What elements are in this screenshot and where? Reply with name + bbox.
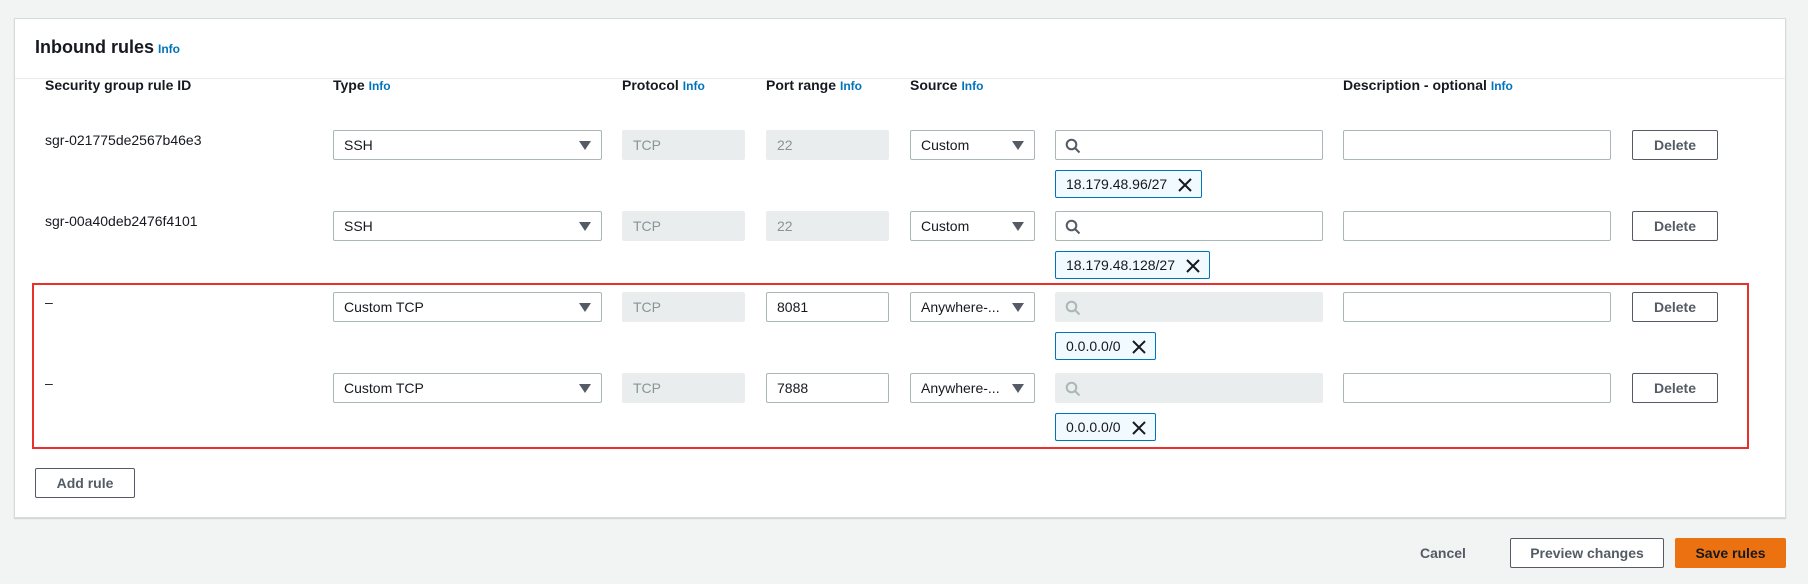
column-header-source: Source Info xyxy=(910,77,983,93)
column-header-protocol: Protocol Info xyxy=(622,77,705,93)
rule-id: – xyxy=(45,375,53,391)
source-select[interactable]: Anywhere-... xyxy=(910,373,1035,403)
column-header-description-label: Description - optional xyxy=(1343,77,1487,93)
close-icon[interactable] xyxy=(1178,178,1192,192)
type-select-value: SSH xyxy=(344,137,373,153)
type-select-value: Custom TCP xyxy=(344,380,424,396)
source-token: 0.0.0.0/0 xyxy=(1055,413,1156,441)
source-token: 18.179.48.96/27 xyxy=(1055,170,1203,198)
panel-title-text: Inbound rules xyxy=(35,37,154,57)
column-header-type: Type Info xyxy=(333,77,391,93)
protocol-info-link[interactable]: Info xyxy=(683,79,705,93)
caret-down-icon xyxy=(1012,384,1024,393)
column-header-rule-id-label: Security group rule ID xyxy=(45,77,192,93)
source-select-value: Anywhere-... xyxy=(921,299,1000,315)
type-select[interactable]: Custom TCP xyxy=(333,373,602,403)
type-info-link[interactable]: Info xyxy=(369,79,391,93)
protocol-field: TCP xyxy=(622,130,745,160)
source-select[interactable]: Anywhere-... xyxy=(910,292,1035,322)
rule-id: – xyxy=(45,294,53,310)
column-header-source-label: Source xyxy=(910,77,958,93)
source-select-value: Anywhere-... xyxy=(921,380,1000,396)
column-header-description: Description - optional Info xyxy=(1343,77,1513,93)
column-header-port-range: Port range Info xyxy=(766,77,862,93)
source-token: 0.0.0.0/0 xyxy=(1055,332,1156,360)
protocol-field: TCP xyxy=(622,373,745,403)
description-input[interactable] xyxy=(1343,211,1611,241)
column-header-protocol-label: Protocol xyxy=(622,77,679,93)
caret-down-icon xyxy=(579,141,591,150)
caret-down-icon xyxy=(579,222,591,231)
description-input[interactable] xyxy=(1343,373,1611,403)
port-range-input: 22 xyxy=(766,211,889,241)
panel-header: Inbound rules Info xyxy=(15,19,1785,79)
source-token-value: 0.0.0.0/0 xyxy=(1066,419,1121,435)
add-rule-button[interactable]: Add rule xyxy=(35,468,135,498)
type-select[interactable]: SSH xyxy=(333,211,602,241)
search-icon xyxy=(1065,381,1081,397)
preview-changes-button[interactable]: Preview changes xyxy=(1510,538,1664,568)
column-header-port-range-label: Port range xyxy=(766,77,837,93)
port-range-input[interactable]: 7888 xyxy=(766,373,889,403)
caret-down-icon xyxy=(579,384,591,393)
panel-info-link[interactable]: Info xyxy=(158,42,180,56)
search-icon xyxy=(1065,138,1081,154)
delete-button[interactable]: Delete xyxy=(1632,292,1718,322)
close-icon[interactable] xyxy=(1186,259,1200,273)
source-select-value: Custom xyxy=(921,137,970,153)
panel-title: Inbound rules Info xyxy=(35,37,180,58)
source-search-input[interactable] xyxy=(1055,211,1323,241)
close-icon[interactable] xyxy=(1131,421,1146,435)
caret-down-icon xyxy=(579,303,591,312)
search-icon xyxy=(1065,219,1081,235)
rule-id: sgr-00a40deb2476f4101 xyxy=(45,213,198,229)
source-select-value: Custom xyxy=(921,218,970,234)
protocol-field: TCP xyxy=(622,211,745,241)
source-search-input xyxy=(1055,292,1323,322)
source-token: 18.179.48.128/27 xyxy=(1055,251,1210,279)
description-input[interactable] xyxy=(1343,292,1611,322)
description-info-link[interactable]: Info xyxy=(1491,79,1513,93)
cancel-button[interactable]: Cancel xyxy=(1420,545,1466,561)
type-select[interactable]: SSH xyxy=(333,130,602,160)
port-range-input[interactable]: 8081 xyxy=(766,292,889,322)
source-select[interactable]: Custom xyxy=(910,130,1035,160)
type-select-value: Custom TCP xyxy=(344,299,424,315)
column-header-rule-id: Security group rule ID xyxy=(45,77,191,93)
close-icon[interactable] xyxy=(1131,340,1146,354)
type-select-value: SSH xyxy=(344,218,373,234)
source-select[interactable]: Custom xyxy=(910,211,1035,241)
description-input[interactable] xyxy=(1343,130,1611,160)
port-range-info-link[interactable]: Info xyxy=(840,79,862,93)
caret-down-icon xyxy=(1012,303,1024,312)
column-header-type-label: Type xyxy=(333,77,365,93)
source-search-input[interactable] xyxy=(1055,130,1323,160)
save-rules-button[interactable]: Save rules xyxy=(1675,538,1786,568)
caret-down-icon xyxy=(1012,141,1024,150)
type-select[interactable]: Custom TCP xyxy=(333,292,602,322)
source-token-value: 0.0.0.0/0 xyxy=(1066,338,1121,354)
search-icon xyxy=(1065,300,1081,316)
source-token-value: 18.179.48.128/27 xyxy=(1066,257,1175,273)
source-token-value: 18.179.48.96/27 xyxy=(1066,176,1168,192)
source-search-input xyxy=(1055,373,1323,403)
delete-button[interactable]: Delete xyxy=(1632,211,1718,241)
rule-id: sgr-021775de2567b46e3 xyxy=(45,132,202,148)
delete-button[interactable]: Delete xyxy=(1632,373,1718,403)
delete-button[interactable]: Delete xyxy=(1632,130,1718,160)
protocol-field: TCP xyxy=(622,292,745,322)
caret-down-icon xyxy=(1012,222,1024,231)
port-range-input: 22 xyxy=(766,130,889,160)
source-info-link[interactable]: Info xyxy=(961,79,983,93)
